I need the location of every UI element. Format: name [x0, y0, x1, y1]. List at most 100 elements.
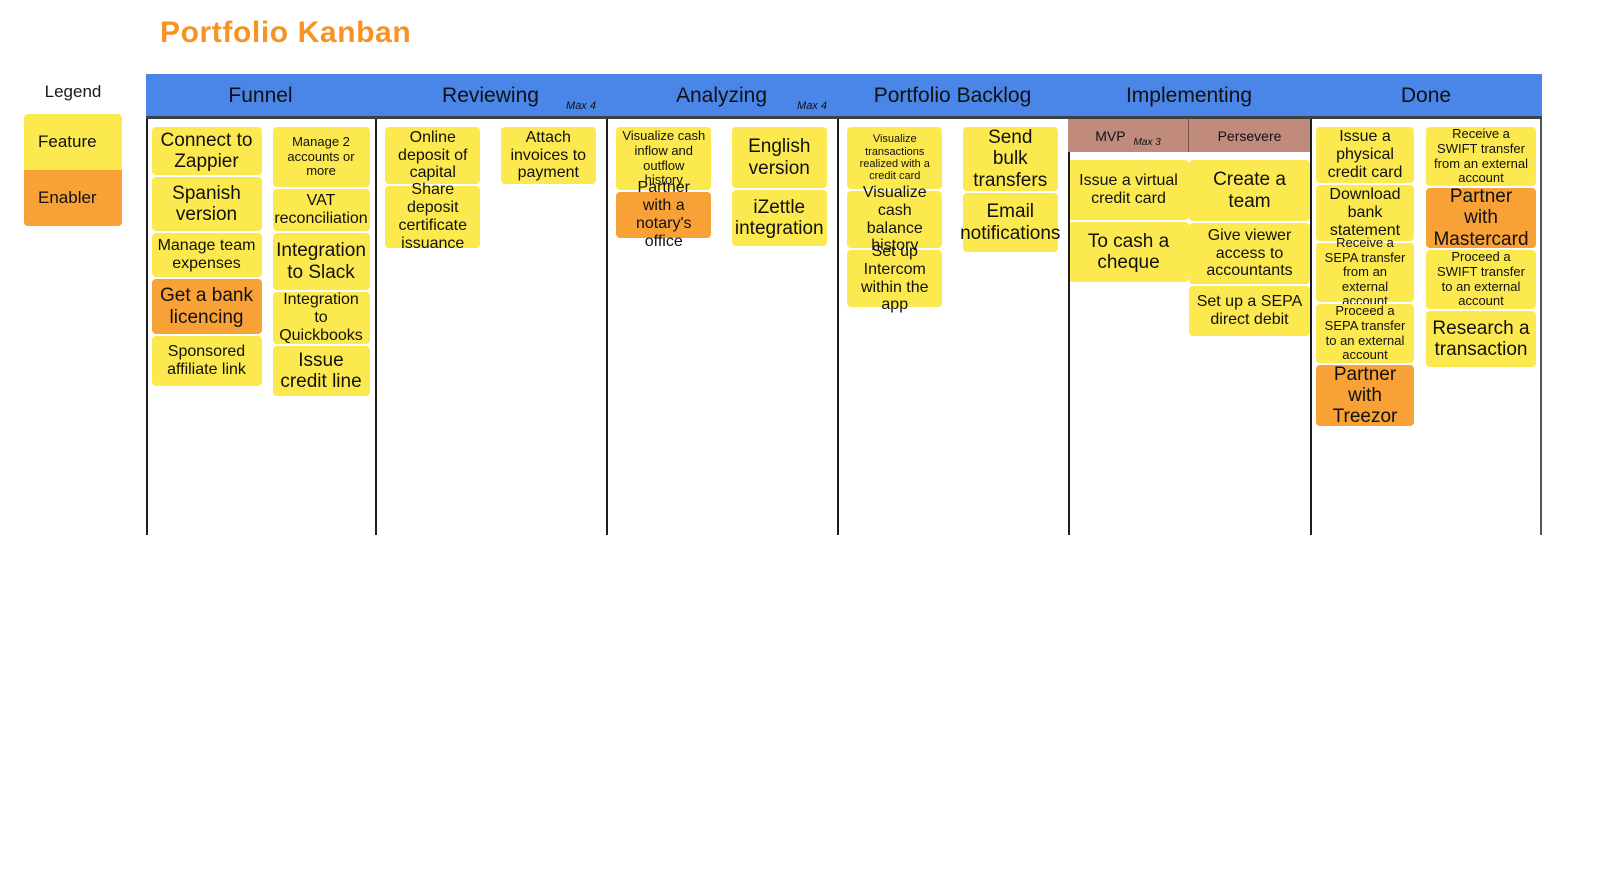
kanban-card[interactable]: Download bank statement [1316, 185, 1414, 241]
column-header-reviewing: Reviewing Max 4 [375, 74, 606, 119]
column-divider [837, 119, 839, 535]
kanban-column-implementing[interactable]: Implementing MVP Max 3 Persevere Issue a vir… [1068, 74, 1310, 535]
lane: Attach invoices to payment [500, 127, 596, 250]
column-title: Analyzing [675, 83, 768, 107]
kanban-columns: Funnel Connect to Zappier Spanish version M… [146, 74, 1544, 535]
column-body-funnel: Connect to Zappier Spanish version Manage … [146, 119, 375, 535]
column-body-implementing: MVP Max 3 Persevere Issue a virtual credit … [1068, 119, 1310, 535]
subcolumn-header-persevere: Persevere [1189, 119, 1310, 152]
lane: English version iZettle integration [731, 127, 827, 248]
kanban-card[interactable]: Visualize cash balance history [847, 184, 943, 254]
kanban-card[interactable]: Research a transaction [1426, 311, 1536, 367]
lane: Connect to Zappier Spanish version Manage … [151, 127, 262, 398]
kanban-column-analyzing[interactable]: Analyzing Max 4 Visualize cash inflow and … [606, 74, 837, 535]
kanban-card[interactable]: Email notifications [960, 193, 1060, 252]
kanban-card[interactable]: Sponsored affiliate link [151, 336, 262, 386]
column-body-portfolio-backlog: Visualize transactions realized with a c… [837, 119, 1068, 535]
subcolumn-title: Persevere [1217, 127, 1282, 144]
lane: Create a team Give viewer access to accou… [1189, 160, 1310, 338]
lane: Visualize cash inflow and outflow histor… [616, 127, 712, 250]
kanban-card[interactable]: Integration to Slack [272, 233, 370, 290]
legend-item-label: Enabler [38, 188, 97, 207]
column-lanes: Issue a physical credit card Download ban… [1310, 119, 1542, 428]
kanban-card[interactable]: To cash a cheque [1068, 222, 1189, 282]
kanban-card[interactable]: Give viewer access to accountants [1189, 223, 1310, 284]
kanban-card[interactable]: VAT reconciliation [272, 189, 370, 231]
kanban-card[interactable]: Issue a virtual credit card [1068, 160, 1189, 220]
column-lanes: Issue a virtual credit card To cash a che… [1068, 152, 1310, 338]
kanban-card[interactable]: Proceed a SEPA transfer to an external a… [1316, 304, 1414, 363]
kanban-card[interactable]: Receive a SEPA transfer from an external… [1316, 235, 1414, 308]
kanban-card[interactable]: Spanish version [151, 177, 262, 231]
column-lanes: Online deposit of capital Share deposit c… [375, 119, 606, 252]
column-lanes: Visualize transactions realized with a c… [837, 119, 1068, 313]
subcolumn-header-row: MVP Max 3 Persevere [1068, 119, 1310, 152]
kanban-card[interactable]: Create a team [1189, 160, 1310, 221]
column-title: Done [1400, 83, 1452, 107]
kanban-card[interactable]: Manage team expenses [151, 233, 262, 277]
column-wip-limit: Max 4 [797, 100, 827, 112]
legend-item-feature: Feature [24, 114, 122, 170]
kanban-column-portfolio-backlog[interactable]: Portfolio Backlog Visualize transactions … [837, 74, 1068, 535]
lane: Receive a SWIFT transfer from an externa… [1426, 127, 1536, 428]
column-divider [375, 119, 377, 535]
kanban-card[interactable]: Partner with Mastercard [1426, 186, 1536, 250]
lane: Visualize transactions realized with a c… [847, 127, 943, 313]
column-title: Funnel [228, 83, 293, 107]
kanban-column-done[interactable]: Done Issue a physical credit card Download… [1310, 74, 1542, 535]
column-lanes: Connect to Zappier Spanish version Manage … [146, 119, 375, 398]
kanban-board: Funnel Connect to Zappier Spanish version M… [146, 74, 1544, 535]
column-header-funnel: Funnel [146, 74, 375, 119]
column-title: Reviewing [442, 83, 539, 107]
lane: Online deposit of capital Share deposit c… [385, 127, 481, 252]
kanban-card[interactable]: Attach invoices to payment [500, 127, 596, 184]
legend-title: Legend [44, 82, 102, 101]
column-lanes: Visualize cash inflow and outflow histor… [606, 119, 837, 250]
kanban-card[interactable]: Set up a SEPA direct debit [1189, 286, 1310, 336]
column-body-analyzing: Visualize cash inflow and outflow histor… [606, 119, 837, 535]
legend-item-label: Feature [38, 132, 97, 151]
kanban-card[interactable]: Partner with a notary's office [616, 179, 712, 250]
column-title: Portfolio Backlog [873, 83, 1032, 107]
column-header-analyzing: Analyzing Max 4 [606, 74, 837, 119]
legend: Legend Feature Enabler [24, 82, 122, 226]
column-divider [1540, 119, 1542, 535]
column-body-reviewing: Online deposit of capital Share deposit c… [375, 119, 606, 535]
kanban-card[interactable]: Partner with Treezor [1316, 364, 1414, 427]
column-wip-limit: Max 4 [566, 100, 596, 112]
subcolumn-header-mvp: MVP Max 3 [1068, 119, 1189, 152]
lane: Manage 2 accounts or more VAT reconciliat… [272, 127, 370, 398]
column-divider [1310, 119, 1312, 535]
kanban-card[interactable]: Issue credit line [272, 346, 370, 396]
column-body-done: Issue a physical credit card Download ban… [1310, 119, 1542, 535]
kanban-card[interactable]: Visualize transactions realized with a c… [847, 127, 943, 189]
kanban-card[interactable]: iZettle integration [731, 190, 827, 246]
kanban-card[interactable]: Online deposit of capital [385, 127, 481, 184]
kanban-card[interactable]: Send bulk transfers [962, 127, 1058, 191]
kanban-card[interactable]: Get a bank licencing [151, 279, 262, 334]
kanban-card[interactable]: Receive a SWIFT transfer from an externa… [1426, 127, 1536, 186]
kanban-column-funnel[interactable]: Funnel Connect to Zappier Spanish version M… [146, 74, 375, 535]
column-divider [146, 119, 148, 535]
kanban-card[interactable]: Share deposit certificate issuance [385, 181, 481, 252]
column-title: Implementing [1125, 83, 1253, 107]
lane: Issue a physical credit card Download ban… [1316, 127, 1414, 428]
subcolumn-wip-limit: Max 3 [1133, 137, 1161, 148]
kanban-card[interactable]: Set up Intercom within the app [847, 243, 943, 313]
legend-item-enabler: Enabler [24, 170, 122, 226]
kanban-card[interactable]: English version [731, 127, 827, 188]
kanban-column-reviewing[interactable]: Reviewing Max 4 Online deposit of capital S… [375, 74, 606, 535]
lane: Send bulk transfers Email notifications [960, 127, 1060, 309]
kanban-card[interactable]: Integration to Quickbooks [272, 291, 370, 344]
kanban-card[interactable]: Connect to Zappier [151, 127, 262, 175]
kanban-card[interactable]: Manage 2 accounts or more [272, 127, 370, 187]
column-header-portfolio-backlog: Portfolio Backlog [837, 74, 1068, 119]
column-header-done: Done [1310, 74, 1542, 119]
page-title: Portfolio Kanban [160, 16, 412, 49]
column-divider [606, 119, 608, 535]
kanban-card[interactable]: Issue a physical credit card [1316, 127, 1414, 183]
column-divider [1068, 119, 1070, 535]
kanban-card[interactable]: Proceed a SWIFT transfer to an external … [1426, 250, 1536, 309]
column-header-implementing: Implementing [1068, 74, 1310, 119]
lane: Issue a virtual credit card To cash a che… [1068, 160, 1189, 338]
